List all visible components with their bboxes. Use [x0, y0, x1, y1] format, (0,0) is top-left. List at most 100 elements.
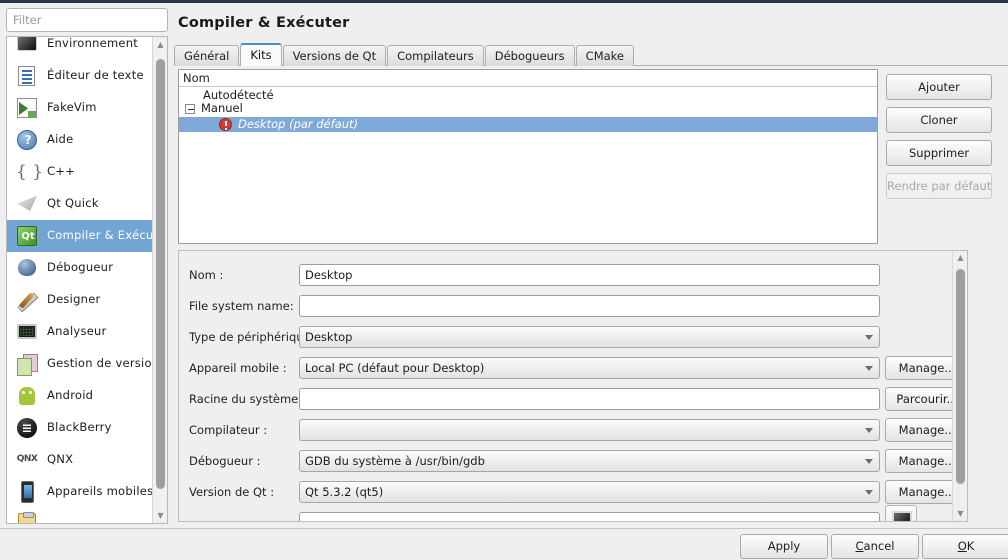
category-list-scrollbar[interactable]: ▲ ▼ — [152, 37, 167, 523]
settings-dialog: Environnement Éditeur de texte FakeVim Aide… — [0, 0, 1008, 560]
kit-tree-row[interactable]: Autodétecté — [179, 89, 877, 102]
sidebar-item-qt-quick[interactable]: Qt Quick — [7, 188, 153, 220]
category-list[interactable]: Environnement Éditeur de texte FakeVim Aide… — [6, 36, 168, 524]
detail-scrollbar-thumb[interactable] — [956, 269, 965, 484]
sidebar-item-blackberry[interactable]: BlackBerry — [7, 412, 153, 444]
sidebar-item-d-bogueur[interactable]: Débogueur — [7, 252, 153, 284]
sidebar-item-label: FakeVim — [47, 100, 97, 115]
sidebar-item-designer[interactable]: Designer — [7, 284, 153, 316]
chevron-down-icon[interactable] — [865, 366, 873, 371]
blackberry-icon-glyph — [17, 418, 37, 438]
combo-appareil-mobile[interactable]: Local PC (défaut pour Desktop) — [299, 357, 880, 379]
version-control-icon-glyph — [17, 354, 38, 376]
form-label-file-system-name: File system name: — [189, 299, 294, 313]
clipboard-icon — [15, 512, 39, 523]
supprimer-button[interactable]: Supprimer — [886, 140, 992, 166]
sidebar-item-c[interactable]: { } C++ — [7, 156, 153, 188]
chevron-down-icon[interactable] — [865, 335, 873, 340]
detail-scroll-down-arrow-icon[interactable]: ▼ — [953, 507, 967, 521]
chevron-down-icon[interactable] — [865, 490, 873, 495]
sidebar-item-gestion-de-versions[interactable]: Gestion de versions — [7, 348, 165, 380]
scroll-down-arrow-icon[interactable]: ▼ — [153, 508, 167, 523]
collapse-expander-icon[interactable] — [185, 103, 195, 114]
input-file-system-name[interactable] — [299, 295, 880, 317]
detail-scroll-up-arrow-icon[interactable]: ▲ — [953, 251, 967, 265]
form-control-wrapper — [299, 295, 880, 317]
cpp-icon-glyph: { } — [16, 162, 44, 182]
kit-tree[interactable]: Nom Autodétecté Manuel Desktop (par défaut… — [178, 69, 878, 244]
form-label-appareil-mobile: Appareil mobile : — [189, 361, 287, 375]
sidebar-item-fakevim[interactable]: FakeVim — [7, 92, 153, 124]
detail-scrollbar[interactable]: ▲ ▼ — [952, 251, 967, 521]
qnx-icon: QNX — [15, 448, 39, 472]
sidebar-item-label: Aide — [47, 132, 74, 147]
combo-d-bogueur[interactable]: GDB du système à /usr/bin/gdb — [299, 450, 880, 472]
sidebar-item-label: Android — [47, 388, 94, 403]
scroll-up-arrow-icon[interactable]: ▲ — [153, 37, 167, 52]
combo-compilateur — [299, 419, 880, 441]
ok-button[interactable]: OK — [922, 534, 1008, 559]
apply-button[interactable]: Apply — [740, 534, 828, 559]
version-control-icon — [15, 352, 39, 376]
filter-field-wrapper — [6, 8, 168, 32]
form-row-racine-du-syst-me: Racine du système : Parcourir... — [179, 387, 967, 411]
tab-compilateurs[interactable]: Compilateurs — [387, 45, 484, 66]
sidebar-item-environnement[interactable]: Environnement — [7, 36, 153, 60]
chevron-down-icon[interactable] — [865, 459, 873, 464]
cancel-label-rest: ancel — [863, 539, 895, 553]
cancel-button[interactable]: Cancel — [831, 534, 919, 559]
ajouter-button[interactable]: Ajouter — [886, 74, 992, 100]
cloner-button[interactable]: Cloner — [886, 107, 992, 133]
tab-g-n-ral[interactable]: Général — [174, 45, 240, 66]
form-control-wrapper: Desktop — [299, 326, 880, 348]
scrollbar-thumb[interactable] — [156, 59, 165, 489]
sidebar-item-diteur-de-texte[interactable]: Éditeur de texte — [7, 60, 153, 92]
kit-tree-row[interactable]: Desktop (par défaut) — [179, 117, 877, 132]
device-icon-button[interactable] — [885, 505, 917, 521]
tab-d-bogueurs[interactable]: Débogueurs — [484, 45, 575, 66]
debugger-icon-glyph — [18, 259, 36, 276]
filter-input[interactable] — [6, 8, 168, 32]
sidebar-item-label: Gestion de versions — [47, 356, 166, 371]
designer-icon-glyph — [17, 290, 37, 310]
sidebar-item-partial[interactable] — [7, 508, 153, 523]
sidebar-item-compiler-ex-cuter[interactable]: Compiler & Exécuter — [7, 220, 167, 252]
tab-versions-de-qt[interactable]: Versions de Qt — [282, 45, 387, 66]
sidebar-item-appareils-mobiles[interactable]: Appareils mobiles — [7, 476, 153, 508]
sidebar-item-label: Analyseur — [47, 324, 107, 339]
form-control-wrapper: Qt 5.3.2 (qt5) — [299, 481, 880, 503]
sidebar-item-label: BlackBerry — [47, 420, 112, 435]
sidebar-item-label: C++ — [47, 164, 76, 179]
input-row-8[interactable] — [299, 512, 880, 521]
kit-tree-row-label: Manuel — [201, 101, 243, 115]
left-pane: Environnement Éditeur de texte FakeVim Aide… — [0, 3, 174, 528]
sidebar-item-aide[interactable]: Aide — [7, 124, 153, 156]
tab-bar: Général Kits Versions de Qt Compilateurs Déb… — [174, 43, 635, 66]
kit-tree-row[interactable]: Manuel — [179, 102, 877, 115]
sidebar-item-label: Environnement — [47, 36, 139, 51]
sidebar-item-qnx[interactable]: QNX QNX — [7, 444, 153, 476]
analyzer-icon-glyph — [17, 324, 37, 339]
help-icon-glyph — [17, 130, 38, 151]
tab-kits[interactable]: Kits — [240, 43, 282, 66]
combo-version-de-qt[interactable]: Qt 5.3.2 (qt5) — [299, 481, 880, 503]
mobile-devices-icon-glyph — [21, 481, 34, 503]
form-control-wrapper — [299, 388, 880, 410]
android-icon — [15, 384, 39, 408]
qt-quick-icon — [15, 192, 39, 216]
form-row-row-8 — [179, 512, 954, 521]
form-label-compilateur: Compilateur : — [189, 423, 268, 437]
sidebar-item-analyseur[interactable]: Analyseur — [7, 316, 153, 348]
combo-type-de-p-riph-rique[interactable]: Desktop — [299, 326, 880, 348]
form-control-wrapper: Local PC (défaut pour Desktop) — [299, 357, 880, 379]
chevron-down-icon[interactable] — [865, 428, 873, 433]
form-row-version-de-qt: Version de Qt : Qt 5.3.2 (qt5) Manage... — [179, 480, 967, 504]
form-label-version-de-qt: Version de Qt : — [189, 485, 275, 499]
clipboard-icon-glyph — [18, 512, 36, 523]
sidebar-item-label: Débogueur — [47, 260, 114, 275]
input-nom[interactable] — [299, 264, 880, 286]
form-control-wrapper — [299, 419, 880, 441]
sidebar-item-android[interactable]: Android — [7, 380, 153, 412]
input-racine-du-syst-me[interactable] — [299, 388, 880, 410]
tab-cmake[interactable]: CMake — [575, 45, 634, 66]
